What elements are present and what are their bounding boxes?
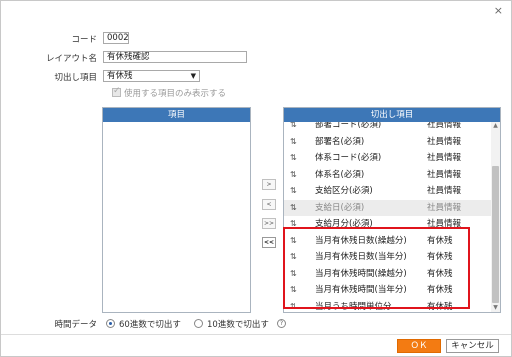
row-item-name: 部署コード(必須) <box>315 122 382 130</box>
table-row[interactable]: ⇅ 部署名(必須) 社員情報 <box>284 134 491 150</box>
move-all-right-button[interactable]: >> <box>262 218 276 229</box>
ok-button[interactable]: ＯＫ <box>397 339 441 353</box>
chevron-down-icon: ▼ <box>190 72 196 80</box>
extract-items-panel-header: 切出し項目 <box>284 108 500 122</box>
extract-items-scrollbar[interactable]: ▲ ▼ <box>491 122 500 312</box>
layout-name-label: レイアウト名 <box>45 54 97 64</box>
highlight-box <box>283 227 470 309</box>
radio-10[interactable] <box>194 319 203 328</box>
row-item-category: 社員情報 <box>427 186 462 196</box>
move-right-button[interactable]: > <box>262 179 276 190</box>
table-row[interactable]: ⇅ 体系名(必須) 社員情報 <box>284 167 491 183</box>
code-label: コード <box>71 35 97 45</box>
show-used-only-label: 使用する項目のみ表示する <box>124 89 227 99</box>
row-item-name: 体系名(必須) <box>315 169 365 180</box>
help-icon[interactable]: ? <box>277 319 286 328</box>
row-item-category: 社員情報 <box>427 202 462 213</box>
radio-10-label: 10進数で切出す <box>207 320 269 330</box>
scrollbar-thumb[interactable] <box>492 166 499 303</box>
footer-divider <box>1 334 511 335</box>
radio-60[interactable] <box>106 319 115 328</box>
scroll-down-icon[interactable]: ▼ <box>491 304 500 312</box>
scroll-up-icon[interactable]: ▲ <box>491 122 500 130</box>
extract-label: 切出し項目 <box>54 73 97 83</box>
row-item-category: 社員情報 <box>427 122 462 130</box>
items-panel: 項目 <box>102 107 251 313</box>
table-row[interactable]: ⇅ 体系コード(必須) 社員情報 <box>284 150 491 166</box>
sort-arrows-icon[interactable]: ⇅ <box>290 134 297 150</box>
sort-arrows-icon[interactable]: ⇅ <box>290 122 297 133</box>
extract-select-value: 有休残 <box>107 71 133 81</box>
time-data-label: 時間データ <box>54 320 97 330</box>
show-used-only-checkbox[interactable] <box>112 86 121 97</box>
row-item-category: 社員情報 <box>427 153 462 163</box>
move-all-left-button[interactable]: << <box>262 237 276 248</box>
table-row[interactable]: ⇅ 部署コード(必須) 社員情報 <box>284 122 491 133</box>
close-icon[interactable]: × <box>494 4 503 17</box>
table-row[interactable]: ⇅ 支給区分(必須) 社員情報 <box>284 183 491 199</box>
extract-select[interactable]: 有休残 ▼ <box>103 70 200 82</box>
sort-arrows-icon[interactable]: ⇅ <box>290 183 297 199</box>
radio-60-label: 60進数で切出す <box>119 320 181 330</box>
row-item-name: 部署名(必須) <box>315 136 365 147</box>
row-item-category: 社員情報 <box>427 169 462 180</box>
table-row[interactable]: ⇅ 支給日(必須) 社員情報 <box>284 199 491 216</box>
row-item-name: 支給日(必須) <box>315 202 365 213</box>
row-item-name: 体系コード(必須) <box>315 153 382 163</box>
layout-name-field[interactable]: 有休残確認 <box>103 51 247 63</box>
dialog: × コード 0002 レイアウト名 有休残確認 切出し項目 有休残 ▼ 使用する… <box>0 0 512 357</box>
row-item-category: 社員情報 <box>427 136 462 147</box>
items-panel-header: 項目 <box>103 108 250 122</box>
row-item-name: 支給区分(必須) <box>315 186 373 196</box>
move-left-button[interactable]: < <box>262 199 276 210</box>
sort-arrows-icon[interactable]: ⇅ <box>290 167 297 183</box>
sort-arrows-icon[interactable]: ⇅ <box>290 150 297 166</box>
sort-arrows-icon[interactable]: ⇅ <box>290 200 297 216</box>
cancel-button[interactable]: キャンセル <box>446 339 499 353</box>
code-field[interactable]: 0002 <box>103 32 129 44</box>
